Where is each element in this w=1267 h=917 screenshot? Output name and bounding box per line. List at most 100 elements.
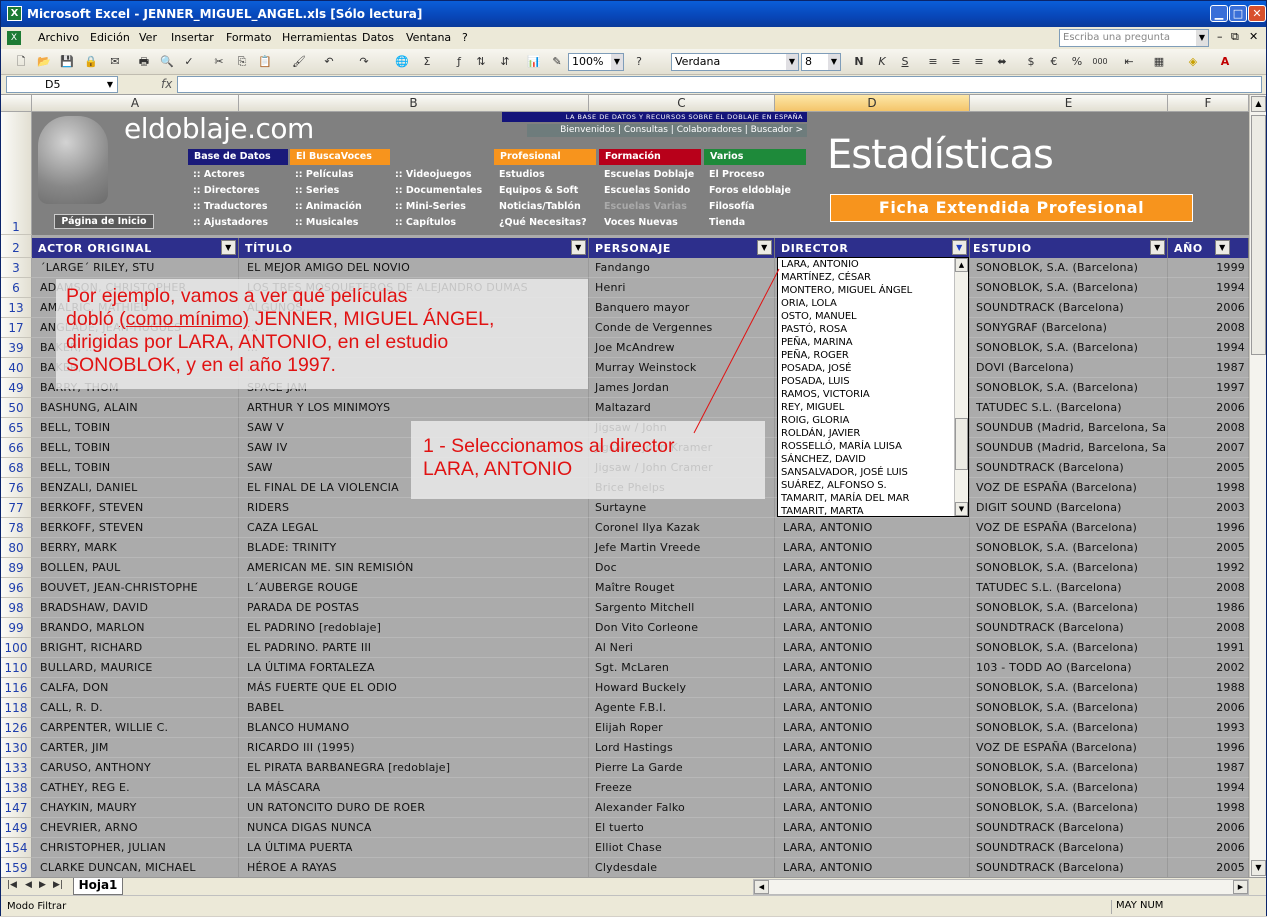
first-sheet-icon[interactable]: |◀	[7, 880, 17, 890]
row-header[interactable]: 68	[1, 458, 32, 478]
doc-restore-icon[interactable]: ⧉	[1231, 30, 1239, 44]
autofilter-arrow-icon[interactable]: ▼	[571, 240, 586, 255]
scroll-left-icon[interactable]: ◀	[754, 880, 769, 894]
select-all-corner[interactable]	[1, 95, 32, 112]
open-icon[interactable]: 📂	[36, 54, 52, 70]
cell-ano[interactable]: 2006	[1168, 818, 1249, 838]
row-header[interactable]: 96	[1, 578, 32, 598]
cell-personaje[interactable]: Freeze	[589, 778, 775, 798]
row-header[interactable]: 3	[1, 258, 32, 278]
format-painter-icon[interactable]: 🖌	[291, 54, 307, 70]
nav-link[interactable]: Escuelas Varias	[602, 199, 702, 214]
cell-ano[interactable]: 1987	[1168, 358, 1249, 378]
cell-personaje[interactable]: Al Neri	[589, 638, 775, 658]
row-header[interactable]: 154	[1, 838, 32, 858]
cell-personaje[interactable]: Surtayne	[589, 498, 775, 518]
cell-ano[interactable]: 1994	[1168, 278, 1249, 298]
cell-director[interactable]: LARA, ANTONIO	[775, 698, 970, 718]
cell-personaje[interactable]: Sgt. McLaren	[589, 658, 775, 678]
zoom-select[interactable]: 100% ▼	[568, 53, 624, 71]
cell-estudio[interactable]: SOUNDTRACK (Barcelona)	[970, 838, 1168, 858]
row-header[interactable]: 133	[1, 758, 32, 778]
cell-estudio[interactable]: SONOBLOK, S.A. (Barcelona)	[970, 538, 1168, 558]
cell-estudio[interactable]: SONOBLOK, S.A. (Barcelona)	[970, 378, 1168, 398]
cell-ano[interactable]: 2008	[1168, 418, 1249, 438]
cell-director[interactable]: LARA, ANTONIO	[775, 718, 970, 738]
cell-ano[interactable]: 2005	[1168, 538, 1249, 558]
cell-estudio[interactable]: SOUNDTRACK (Barcelona)	[970, 458, 1168, 478]
cell-estudio[interactable]: SONOBLOK, S.A. (Barcelona)	[970, 778, 1168, 798]
cell-ano[interactable]: 1996	[1168, 738, 1249, 758]
cell-estudio[interactable]: SONOBLOK, S.A. (Barcelona)	[970, 798, 1168, 818]
cell-personaje[interactable]: Maltazard	[589, 398, 775, 418]
cell-estudio[interactable]: SONOBLOK, S.A. (Barcelona)	[970, 638, 1168, 658]
cell-personaje[interactable]: Don Vito Corleone	[589, 618, 775, 638]
cell-estudio[interactable]: SONOBLOK, S.A. (Barcelona)	[970, 718, 1168, 738]
cell-estudio[interactable]: SOUNDUB (Madrid, Barcelona, Sa	[970, 418, 1168, 438]
cell-titulo[interactable]: RIDERS	[239, 498, 589, 518]
dropdown-option[interactable]: MONTERO, MIGUEL ÁNGEL	[778, 284, 968, 297]
cell-personaje[interactable]: Doc	[589, 558, 775, 578]
save-icon[interactable]: 💾	[59, 54, 75, 70]
nav-link[interactable]: Foros eldoblaje	[707, 183, 807, 198]
sheet-tab-hoja1[interactable]: Hoja1	[73, 878, 123, 895]
cell-actor[interactable]: BOLLEN, PAUL	[32, 558, 239, 578]
cell-actor[interactable]: BRIGHT, RICHARD	[32, 638, 239, 658]
row-header[interactable]: 89	[1, 558, 32, 578]
autofilter-arrow-icon[interactable]: ▼	[757, 240, 772, 255]
cell-titulo[interactable]: CAZA LEGAL	[239, 518, 589, 538]
hyperlink-icon[interactable]: 🌐	[394, 54, 410, 70]
row-header[interactable]: 39	[1, 338, 32, 358]
cell-director[interactable]: LARA, ANTONIO	[775, 798, 970, 818]
doc-close-icon[interactable]: ✕	[1249, 30, 1258, 43]
cell-estudio[interactable]: VOZ DE ESPAÑA (Barcelona)	[970, 518, 1168, 538]
cell-estudio[interactable]: SONYGRAF (Barcelona)	[970, 318, 1168, 338]
cell-estudio[interactable]: VOZ DE ESPAÑA (Barcelona)	[970, 738, 1168, 758]
cell-actor[interactable]: BELL, TOBIN	[32, 438, 239, 458]
cell-estudio[interactable]: SONOBLOK, S.A. (Barcelona)	[970, 278, 1168, 298]
cell-ano[interactable]: 1986	[1168, 598, 1249, 618]
top-nav-links[interactable]: Bienvenidos | Consultas | Colaboradores …	[527, 124, 807, 137]
doc-minimize-icon[interactable]: –	[1217, 30, 1223, 43]
cell-director[interactable]: LARA, ANTONIO	[775, 578, 970, 598]
dropdown-option[interactable]: ROIG, GLORIA	[778, 414, 968, 427]
font-color-icon[interactable]: A	[1217, 54, 1233, 70]
nav-link[interactable]: :: Actores	[191, 167, 289, 182]
cell-personaje[interactable]: Fandango	[589, 258, 775, 278]
help-icon[interactable]: ?	[631, 54, 647, 70]
nav-link[interactable]: Equipos & Soft	[497, 183, 597, 198]
close-button[interactable]: ✕	[1248, 5, 1266, 22]
cell-actor[interactable]: CHEVRIER, ARNO	[32, 818, 239, 838]
row-header[interactable]: 66	[1, 438, 32, 458]
nav-link[interactable]: :: Videojuegos	[393, 167, 491, 182]
cell-ano[interactable]: 2006	[1168, 838, 1249, 858]
row-header[interactable]: 147	[1, 798, 32, 818]
cell-estudio[interactable]: VOZ DE ESPAÑA (Barcelona)	[970, 478, 1168, 498]
cell-titulo[interactable]: UN RATONCITO DURO DE ROER	[239, 798, 589, 818]
menu-datos[interactable]: Datos	[362, 31, 394, 44]
cell-titulo[interactable]: LA ÚLTIMA FORTALEZA	[239, 658, 589, 678]
nav-link[interactable]: El Proceso	[707, 167, 807, 182]
cell-personaje[interactable]: Clydesdale	[589, 858, 775, 877]
cell-personaje[interactable]: Maître Rouget	[589, 578, 775, 598]
cell-titulo[interactable]: PARADA DE POSTAS	[239, 598, 589, 618]
cell-actor[interactable]: CHRISTOPHER, JULIAN	[32, 838, 239, 858]
row-header[interactable]: 138	[1, 778, 32, 798]
menu-archivo[interactable]: Archivo	[38, 31, 79, 44]
ask-dropdown-arrow[interactable]: ▼	[1196, 30, 1208, 46]
align-center-icon[interactable]: ≡	[948, 54, 964, 70]
new-icon[interactable]: 🗋	[13, 54, 29, 70]
cell-director[interactable]: LARA, ANTONIO	[775, 658, 970, 678]
menu-help[interactable]: ?	[462, 31, 468, 44]
cell-titulo[interactable]: MÁS FUERTE QUE EL ODIO	[239, 678, 589, 698]
row-header[interactable]: 6	[1, 278, 32, 298]
print-preview-icon[interactable]: 🔍	[159, 54, 175, 70]
cell-titulo[interactable]: EL PIRATA BARBANEGRA [redoblaje]	[239, 758, 589, 778]
cell-actor[interactable]: BERKOFF, STEVEN	[32, 518, 239, 538]
dropdown-option[interactable]: TAMARIT, MARÍA DEL MAR	[778, 492, 968, 505]
cell-titulo[interactable]: BLADE: TRINITY	[239, 538, 589, 558]
cell-ano[interactable]: 2008	[1168, 578, 1249, 598]
cell-ano[interactable]: 2006	[1168, 698, 1249, 718]
row-header[interactable]: 126	[1, 718, 32, 738]
paste-icon[interactable]: 📋	[257, 54, 273, 70]
